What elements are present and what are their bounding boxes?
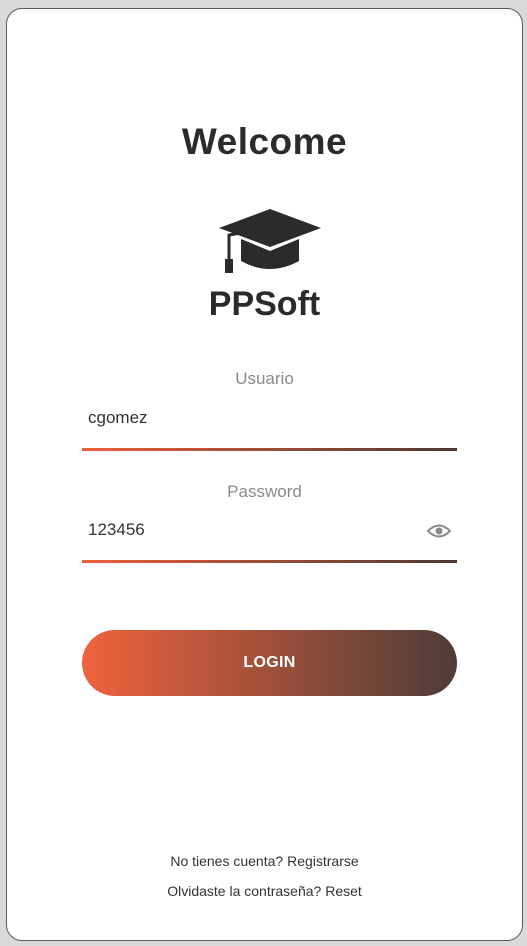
username-underline (82, 448, 457, 451)
register-prompt: No tienes cuenta? (170, 853, 284, 869)
graduation-cap-icon (219, 209, 321, 273)
login-button[interactable]: LOGIN (82, 630, 457, 696)
brand-name: PPSoft (208, 285, 321, 323)
register-line: No tienes cuenta? Registrarse (7, 853, 522, 869)
username-label: Usuario (235, 369, 294, 388)
reset-line: Olvidaste la contraseña? Reset (7, 883, 522, 899)
reset-prompt: Olvidaste la contraseña? (167, 883, 322, 899)
password-label: Password (227, 482, 302, 501)
password-input[interactable] (82, 517, 422, 543)
eye-icon[interactable] (427, 523, 451, 539)
login-card: Welcome PPSoft Usuario Password LOGIN No… (6, 8, 523, 941)
reset-link[interactable]: Reset (325, 883, 362, 899)
welcome-title: Welcome (181, 121, 348, 162)
username-input[interactable] (82, 405, 457, 431)
password-underline (82, 560, 457, 563)
register-link[interactable]: Registrarse (287, 853, 359, 869)
